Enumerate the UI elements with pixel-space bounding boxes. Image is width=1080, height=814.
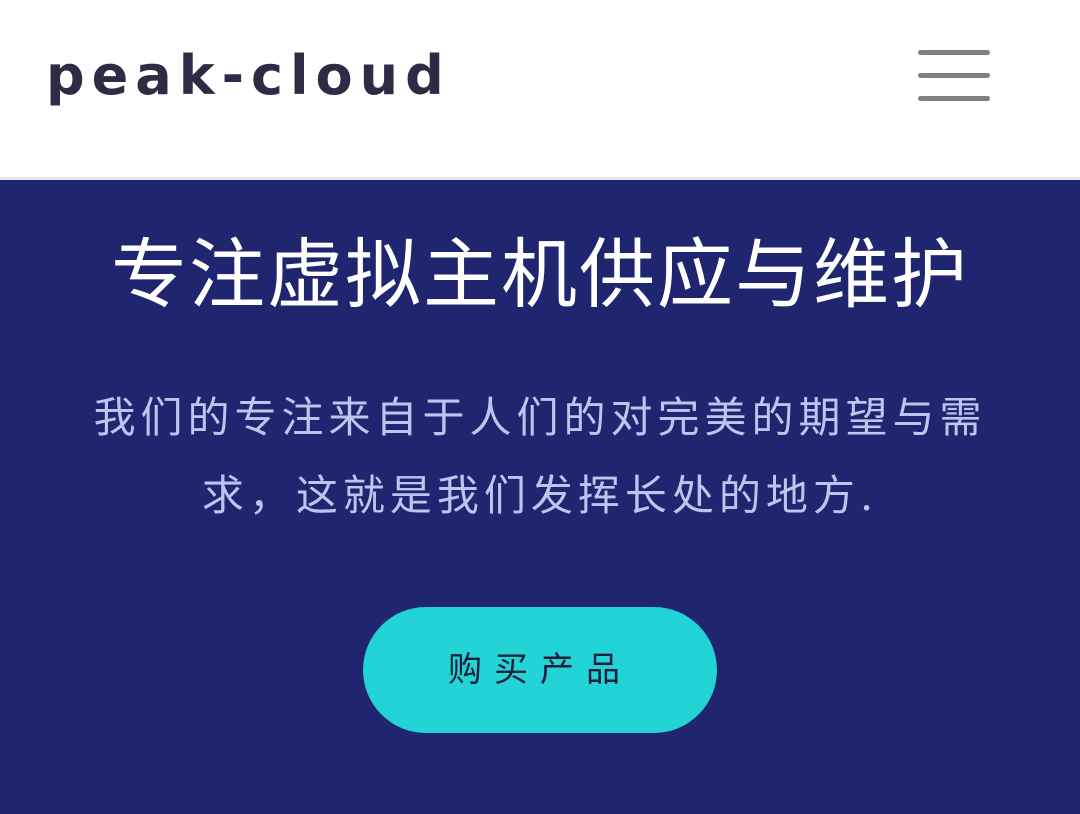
menu-icon-bar: [918, 73, 990, 78]
brand-logo[interactable]: peak-cloud: [46, 40, 451, 112]
hero-description: 我们的专注来自于人们的对完美的期望与需求，这就是我们发挥长处的地方.: [93, 393, 987, 520]
page: peak-cloud 专注虚拟主机供应与维护 我们的专注来自于人们的对完美的期望…: [0, 0, 1080, 814]
menu-icon-bar: [918, 96, 990, 101]
menu-icon-bar: [918, 50, 990, 55]
hero-title: 专注虚拟主机供应与维护: [111, 230, 969, 319]
top-navigation-bar: peak-cloud: [0, 0, 1080, 180]
buy-products-button[interactable]: 购买产品: [363, 607, 717, 733]
menu-button[interactable]: [912, 44, 996, 110]
hero-section: 专注虚拟主机供应与维护 我们的专注来自于人们的对完美的期望与需求，这就是我们发挥…: [0, 183, 1080, 814]
